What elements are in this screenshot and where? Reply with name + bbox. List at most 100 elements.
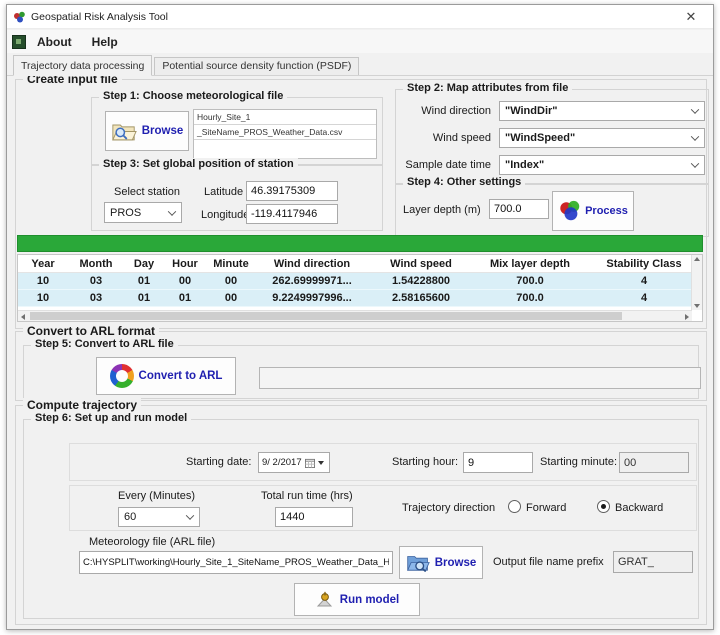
scroll-left-icon[interactable]: [21, 314, 25, 320]
table-cell: 9.2249997996...: [256, 292, 368, 304]
starting-date-picker[interactable]: 9/ 2/2017: [258, 452, 330, 473]
table-row[interactable]: 10 03 01 00 00 262.69999971... 1.5422880…: [18, 273, 702, 290]
table-cell: 1.54228800: [368, 275, 474, 287]
color-ring-icon: [110, 364, 134, 388]
table-cell: 10: [18, 292, 68, 304]
met-file-line: _SiteName_PROS_Weather_Data.csv: [194, 125, 376, 140]
table-header-cell[interactable]: Mix layer depth: [474, 258, 586, 270]
wind-direction-dropdown[interactable]: "WindDir": [499, 101, 705, 121]
table-row[interactable]: 10 03 01 01 00 9.2249997996... 2.5816560…: [18, 290, 702, 307]
every-minutes-dropdown[interactable]: 60: [118, 507, 200, 527]
longitude-field[interactable]: [246, 204, 338, 224]
table-cell: 700.0: [474, 292, 586, 304]
tab-trajectory-data-processing[interactable]: Trajectory data processing: [13, 55, 152, 76]
every-minutes-label: Every (Minutes): [118, 490, 195, 502]
process-button[interactable]: Process: [552, 191, 634, 231]
met-file-line: Hourly_Site_1: [194, 110, 376, 125]
about-menu-icon: [12, 35, 26, 49]
latitude-label: Latitude: [204, 186, 243, 198]
layer-depth-field[interactable]: [489, 199, 549, 219]
chevron-down-icon: [691, 159, 699, 167]
run-model-label: Run model: [340, 594, 399, 606]
table-header-cell[interactable]: Stability Class: [586, 258, 702, 270]
chevron-down-icon: [691, 132, 699, 140]
dropdown-arrow-icon: [318, 461, 324, 465]
step5-title: Step 5: Convert to ARL file: [31, 338, 178, 350]
browse-met-file-button[interactable]: Browse: [105, 111, 189, 151]
tab-strip: Trajectory data processing Potential sou…: [7, 53, 713, 76]
table-vertical-scrollbar[interactable]: [691, 255, 702, 310]
wind-speed-dropdown[interactable]: "WindSpeed": [499, 128, 705, 148]
trajectory-direction-label: Trajectory direction: [402, 502, 495, 514]
convert-to-arl-label: Convert to ARL: [139, 370, 223, 382]
step4-title: Step 4: Other settings: [403, 176, 525, 188]
menu-help[interactable]: Help: [83, 33, 127, 51]
sample-date-time-value: "Index": [505, 159, 544, 171]
convert-to-arl-button[interactable]: Convert to ARL: [96, 357, 236, 395]
scroll-right-icon[interactable]: [685, 314, 689, 320]
latitude-field[interactable]: [246, 181, 338, 201]
starting-minute-field[interactable]: [619, 452, 689, 473]
table-header-cell[interactable]: Hour: [164, 258, 206, 270]
starting-date-value: 9/ 2/2017: [262, 457, 302, 468]
starting-hour-field[interactable]: [463, 452, 533, 473]
met-file-display: Hourly_Site_1 _SiteName_PROS_Weather_Dat…: [193, 109, 377, 159]
total-run-time-label: Total run time (hrs): [261, 490, 353, 502]
start-settings-panel: Starting date: 9/ 2/2017 Starting hour: …: [69, 443, 697, 481]
convert-progress-bar: [259, 367, 701, 389]
rgb-circles-icon: [558, 199, 582, 223]
layer-depth-label: Layer depth (m): [403, 204, 481, 216]
output-prefix-label: Output file name prefix: [493, 556, 604, 568]
starting-date-label: Starting date:: [186, 456, 251, 468]
wind-direction-label: Wind direction: [395, 105, 491, 117]
window-title: Geospatial Risk Analysis Tool: [31, 11, 168, 23]
calendar-icon: [305, 458, 315, 468]
step6-title: Step 6: Set up and run model: [31, 412, 191, 424]
close-icon[interactable]: ✕: [675, 6, 707, 28]
sample-date-time-dropdown[interactable]: "Index": [499, 155, 705, 175]
app-window: Geospatial Risk Analysis Tool ✕ About He…: [6, 4, 714, 630]
table-header-cell[interactable]: Day: [124, 258, 164, 270]
table-cell: 10: [18, 275, 68, 287]
weather-data-table: Year Month Day Hour Minute Wind directio…: [17, 254, 703, 322]
step2-title: Step 2: Map attributes from file: [403, 82, 572, 94]
title-bar: Geospatial Risk Analysis Tool ✕: [7, 5, 713, 29]
station-value: PROS: [110, 207, 141, 219]
forward-radio[interactable]: [508, 500, 521, 513]
compute-trajectory-title: Compute trajectory: [23, 398, 141, 412]
wind-speed-value: "WindSpeed": [505, 132, 575, 144]
menu-bar: About Help: [7, 30, 713, 53]
table-cell: 03: [68, 292, 124, 304]
backward-radio-label[interactable]: Backward: [615, 502, 663, 514]
output-prefix-field[interactable]: [613, 551, 693, 573]
run-model-icon: [315, 590, 335, 610]
backward-radio[interactable]: [597, 500, 610, 513]
table-header-cell[interactable]: Month: [68, 258, 124, 270]
table-cell: 00: [206, 275, 256, 287]
table-header-cell[interactable]: Year: [18, 258, 68, 270]
scrollbar-thumb[interactable]: [30, 312, 622, 320]
browse-met-file-label: Browse: [142, 125, 184, 137]
table-header-cell[interactable]: Minute: [206, 258, 256, 270]
table-header-cell[interactable]: Wind direction: [256, 258, 368, 270]
met-arl-file-field[interactable]: [79, 551, 393, 574]
blue-folder-search-icon: [406, 553, 430, 572]
scroll-down-icon[interactable]: [694, 304, 700, 308]
table-cell: 01: [124, 292, 164, 304]
process-label: Process: [585, 205, 628, 217]
table-header-cell[interactable]: Wind speed: [368, 258, 474, 270]
run-model-button[interactable]: Run model: [294, 583, 420, 616]
run-settings-panel: Every (Minutes) 60 Total run time (hrs) …: [69, 485, 697, 531]
station-dropdown[interactable]: PROS: [104, 202, 182, 223]
tab-psdf[interactable]: Potential source density function (PSDF): [154, 57, 359, 76]
browse-arl-file-button[interactable]: Browse: [399, 546, 483, 579]
scroll-up-icon[interactable]: [694, 257, 700, 261]
table-horizontal-scrollbar[interactable]: [18, 310, 692, 321]
step3-title: Step 3: Set global position of station: [99, 158, 298, 170]
forward-radio-label[interactable]: Forward: [526, 502, 566, 514]
met-arl-file-label: Meteorology file (ARL file): [89, 536, 215, 548]
total-run-time-field[interactable]: [275, 507, 353, 527]
table-cell: 01: [164, 292, 206, 304]
menu-about[interactable]: About: [28, 33, 81, 51]
table-cell: 00: [164, 275, 206, 287]
